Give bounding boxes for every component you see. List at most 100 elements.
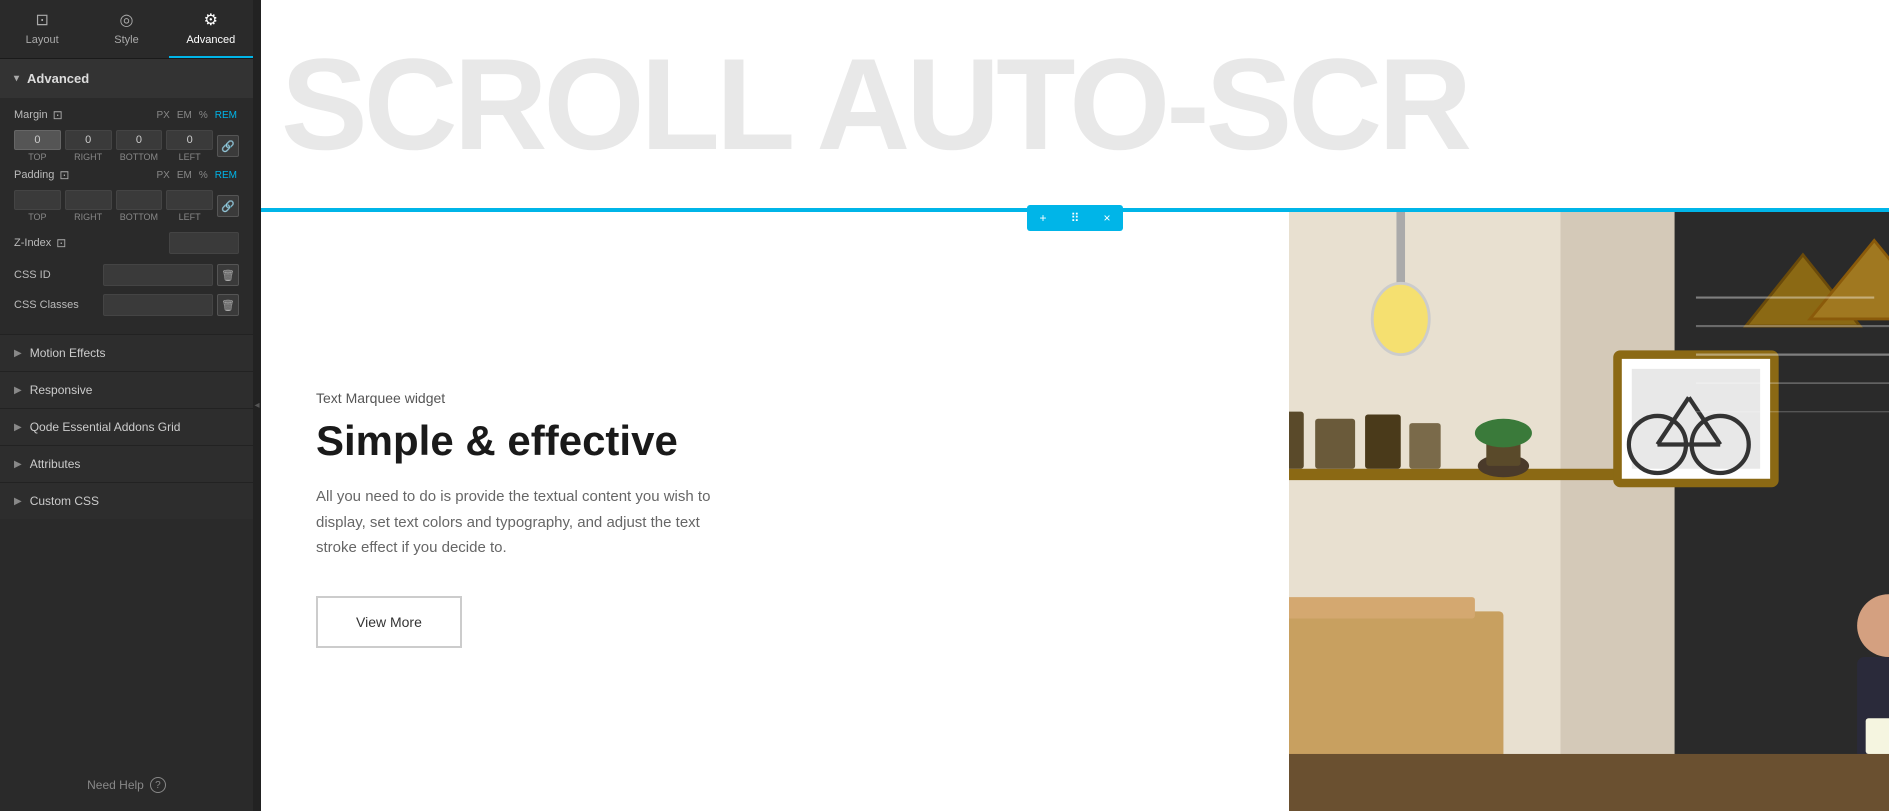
tab-style-label: Style [114,34,138,46]
margin-left-input[interactable]: 0 [166,130,213,150]
margin-monitor-icon: ⊡ [53,108,63,122]
move-icon: ⠿ [1071,211,1080,225]
cssclasses-row: CSS Classes 🗑 [14,294,239,316]
margin-bottom-input-box: 0 BOTTOM [116,130,163,162]
widget-move-button[interactable]: ⠿ [1059,205,1091,231]
padding-inputs: TOP RIGHT BOTTOM LEFT 🔗 [14,190,239,222]
margin-left-input-box: 0 LEFT [166,130,213,162]
zindex-label: Z-Index ⊡ [14,236,169,250]
main-heading: Simple & effective [316,418,1234,464]
padding-row: Padding ⊡ PX EM % REM [14,168,239,182]
style-icon: ◎ [120,10,134,30]
advanced-arrow-icon: ▾ [14,73,19,84]
cssclasses-trash-button[interactable]: 🗑 [217,294,239,316]
padding-unit-pct[interactable]: % [197,169,210,182]
padding-right-label: RIGHT [74,212,102,222]
cssid-input-wrap: 🗑 [103,264,239,286]
margin-unit-group: PX EM % REM [155,109,239,122]
cssclasses-input-wrap: 🗑 [103,294,239,316]
motion-effects-section[interactable]: ▶ Motion Effects [0,334,253,371]
qode-arrow-icon: ▶ [14,422,22,433]
margin-top-label: TOP [28,152,46,162]
cssid-row: CSS ID 🗑 [14,264,239,286]
padding-right-input[interactable] [65,190,112,210]
cssid-trash-button[interactable]: 🗑 [217,264,239,286]
margin-top-input[interactable]: 0 [14,130,61,150]
content-left: Text Marquee widget Simple & effective A… [261,212,1289,811]
padding-label: Padding ⊡ [14,168,155,182]
responsive-arrow-icon: ▶ [14,385,22,396]
marquee-area: SCROLL AUTO-SCR [261,0,1889,210]
padding-monitor-icon: ⊡ [59,168,69,182]
margin-unit-em[interactable]: EM [175,109,194,122]
cssclasses-input[interactable] [103,294,213,316]
margin-link-button[interactable]: 🔗 [217,135,239,157]
advanced-icon: ⚙ [204,10,218,30]
padding-left-input[interactable] [166,190,213,210]
cssid-input[interactable] [103,264,213,286]
tab-layout-label: Layout [26,34,59,46]
panel-collapse-handle[interactable]: ◂ [253,0,261,811]
help-icon: ? [150,777,166,793]
attributes-arrow-icon: ▶ [14,459,22,470]
padding-right-input-box: RIGHT [65,190,112,222]
view-more-button[interactable]: View More [316,596,462,648]
padding-unit-px[interactable]: PX [155,169,172,182]
padding-unit-rem[interactable]: REM [213,169,239,182]
main-area: SCROLL AUTO-SCR + ⠿ × Text Marquee widge… [261,0,1889,811]
top-tabs: ⊡ Layout ◎ Style ⚙ Advanced [0,0,253,59]
qode-section[interactable]: ▶ Qode Essential Addons Grid [0,408,253,445]
advanced-section-header[interactable]: ▾ Advanced [0,59,253,98]
margin-unit-pct[interactable]: % [197,109,210,122]
responsive-label: Responsive [30,383,93,397]
padding-unit-em[interactable]: EM [175,169,194,182]
custom-css-section[interactable]: ▶ Custom CSS [0,482,253,519]
advanced-section-title: Advanced [27,71,89,86]
qode-label: Qode Essential Addons Grid [30,420,181,434]
padding-bottom-input-box: BOTTOM [116,190,163,222]
attributes-label: Attributes [30,457,81,471]
custom-css-arrow-icon: ▶ [14,496,22,507]
left-panel: ⊡ Layout ◎ Style ⚙ Advanced ▾ Advanced M… [0,0,253,811]
widget-add-button[interactable]: + [1027,205,1059,231]
custom-css-label: Custom CSS [30,494,99,508]
padding-left-label: LEFT [179,212,201,222]
padding-bottom-input[interactable] [116,190,163,210]
collapse-handle-icon: ◂ [254,400,259,411]
responsive-section[interactable]: ▶ Responsive [0,371,253,408]
coffee-shop-image [1289,212,1889,811]
margin-unit-px[interactable]: PX [155,109,172,122]
widget-close-button[interactable]: × [1091,205,1123,231]
margin-unit-rem[interactable]: REM [213,109,239,122]
tab-advanced-label: Advanced [186,34,235,46]
padding-bottom-label: BOTTOM [120,212,158,222]
tab-layout[interactable]: ⊡ Layout [0,0,84,58]
motion-effects-arrow-icon: ▶ [14,348,22,359]
main-description: All you need to do is provide the textua… [316,484,736,561]
plus-icon: + [1039,211,1046,225]
close-icon: × [1103,211,1110,225]
tab-advanced[interactable]: ⚙ Advanced [169,0,253,58]
margin-bottom-input[interactable]: 0 [116,130,163,150]
attributes-section[interactable]: ▶ Attributes [0,445,253,482]
padding-link-button[interactable]: 🔗 [217,195,239,217]
zindex-row: Z-Index ⊡ [14,232,239,254]
zindex-input[interactable] [169,232,239,254]
tab-style[interactable]: ◎ Style [84,0,168,58]
motion-effects-label: Motion Effects [30,346,106,360]
cssclasses-label: CSS Classes [14,299,103,311]
padding-top-input-box: TOP [14,190,61,222]
margin-right-input[interactable]: 0 [65,130,112,150]
content-section: Text Marquee widget Simple & effective A… [261,210,1889,811]
padding-top-input[interactable] [14,190,61,210]
margin-right-label: RIGHT [74,152,102,162]
margin-label: Margin ⊡ [14,108,155,122]
margin-top-input-box: 0 TOP [14,130,61,162]
widget-label: Text Marquee widget [316,390,1234,406]
layout-icon: ⊡ [35,10,48,30]
margin-bottom-label: BOTTOM [120,152,158,162]
margin-inputs: 0 TOP 0 RIGHT 0 BOTTOM 0 LEFT 🔗 [14,130,239,162]
widget-controls: + ⠿ × [1027,205,1123,231]
need-help[interactable]: Need Help ? [0,759,253,811]
content-right-image [1289,212,1889,811]
